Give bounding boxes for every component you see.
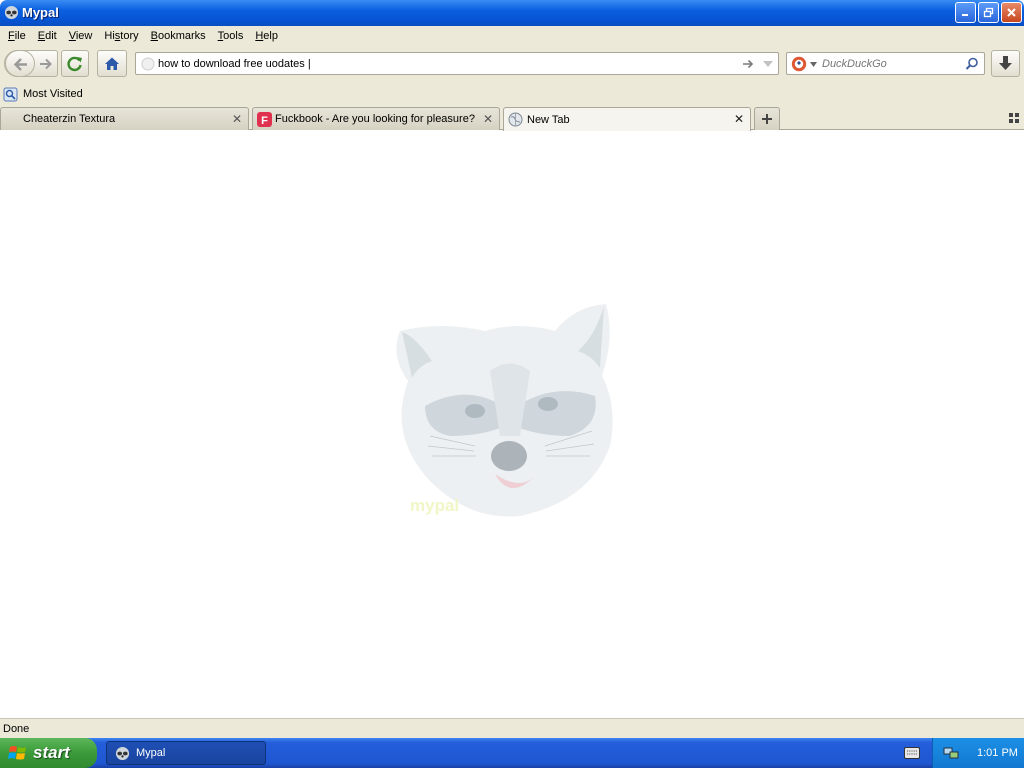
site-favicon-icon: F: [257, 111, 272, 127]
taskbar-item-mypal[interactable]: Mypal: [106, 741, 266, 765]
access-key: F: [8, 30, 15, 42]
tab-close-icon[interactable]: ✕: [734, 112, 744, 126]
status-bar: Done: [0, 718, 1024, 738]
menu-bar: File Edit View History Bookmarks Tools H…: [0, 26, 1024, 46]
restore-button[interactable]: [978, 2, 999, 23]
engine-dropdown-icon[interactable]: [810, 62, 817, 67]
menu-view[interactable]: View: [63, 26, 99, 46]
tab-label: Cheaterzin Textura: [23, 113, 116, 125]
tab-fuckbook[interactable]: F Fuckbook - Are you looking for pleasur…: [252, 107, 500, 130]
access-key: V: [68, 30, 76, 42]
menu-file[interactable]: File: [2, 26, 32, 46]
url-history-dropdown-icon[interactable]: [762, 59, 774, 69]
tab-label: New Tab: [527, 113, 570, 126]
search-bar[interactable]: [786, 52, 985, 75]
home-icon: [105, 57, 119, 70]
bookmarks-toolbar: Most Visited: [0, 82, 1024, 106]
start-button[interactable]: start: [0, 738, 97, 768]
page-content: mypal: [0, 131, 1024, 718]
taskbar-item-label: Mypal: [136, 747, 166, 759]
tab-label: Fuckbook - Are you looking for pleasure?: [275, 113, 475, 125]
back-forward-group: [4, 50, 58, 77]
minimize-icon: [962, 14, 968, 16]
forward-button[interactable]: [37, 55, 55, 76]
most-visited-label: Most Visited: [23, 88, 83, 100]
mypal-app-icon: [4, 5, 19, 20]
window-title: Mypal: [22, 5, 59, 20]
close-icon: [1007, 8, 1016, 17]
tab-strip: Cheaterzin Textura ✕ F Fuckbook - Are yo…: [0, 106, 1024, 131]
access-key: s: [114, 30, 121, 42]
tab-close-icon[interactable]: ✕: [232, 112, 242, 126]
tab-cheaterzin-textura[interactable]: Cheaterzin Textura ✕: [0, 107, 249, 130]
most-visited-folder[interactable]: Most Visited: [3, 87, 83, 102]
menu-help[interactable]: Help: [249, 26, 284, 46]
menu-tools[interactable]: Tools: [212, 26, 250, 46]
url-input[interactable]: [158, 56, 728, 72]
menu-edit[interactable]: Edit: [32, 26, 63, 46]
tab-groups-icon[interactable]: [1009, 113, 1019, 123]
raccoon-logo-watermark: mypal: [396, 304, 613, 517]
taskbar: start Mypal 1:01 PM: [0, 738, 1024, 768]
go-arrow-icon[interactable]: [741, 57, 755, 71]
home-button[interactable]: [97, 50, 127, 77]
downloads-button[interactable]: [991, 50, 1020, 77]
back-arrow-icon: [13, 58, 27, 71]
plus-icon: [762, 114, 772, 124]
minimize-button[interactable]: [955, 2, 976, 23]
duckduckgo-engine-icon[interactable]: [791, 56, 807, 72]
title-bar[interactable]: Mypal: [0, 0, 1024, 26]
logo-text: mypal: [410, 496, 459, 515]
svg-text:F: F: [261, 115, 268, 127]
tab-close-icon[interactable]: ✕: [483, 112, 493, 126]
most-visited-icon: [3, 87, 18, 101]
access-key: B: [150, 30, 158, 42]
system-tray: 1:01 PM: [932, 738, 1024, 768]
tab-new-tab[interactable]: New Tab ✕: [503, 107, 751, 131]
new-tab-button[interactable]: [754, 107, 780, 130]
navigation-toolbar: [0, 46, 1024, 82]
menu-bookmarks[interactable]: Bookmarks: [145, 26, 212, 46]
menu-history[interactable]: History: [98, 26, 144, 46]
url-bar[interactable]: [135, 52, 779, 75]
mypal-app-icon: [115, 746, 130, 760]
restore-icon: [983, 7, 994, 18]
keyboard-icon[interactable]: [904, 747, 920, 759]
windows-logo-icon: [8, 746, 26, 760]
reload-icon: [67, 56, 82, 72]
search-icon[interactable]: [965, 57, 979, 71]
back-button[interactable]: [5, 50, 35, 77]
access-key: T: [217, 30, 224, 42]
page-identity-icon: [141, 57, 155, 71]
status-text: Done: [3, 722, 30, 735]
browser-window: Mypal File Edit View History Bookmarks T…: [0, 0, 1024, 738]
clock[interactable]: 1:01 PM: [977, 747, 1018, 759]
download-arrow-icon: [999, 56, 1012, 70]
access-key: E: [37, 30, 46, 42]
start-label: start: [33, 743, 70, 762]
close-button[interactable]: [1001, 2, 1022, 23]
reload-button[interactable]: [61, 50, 89, 77]
forward-arrow-icon: [40, 58, 52, 70]
search-input[interactable]: [822, 56, 962, 72]
access-key: H: [255, 30, 264, 42]
network-icon[interactable]: [943, 745, 959, 761]
globe-icon: [508, 112, 523, 127]
